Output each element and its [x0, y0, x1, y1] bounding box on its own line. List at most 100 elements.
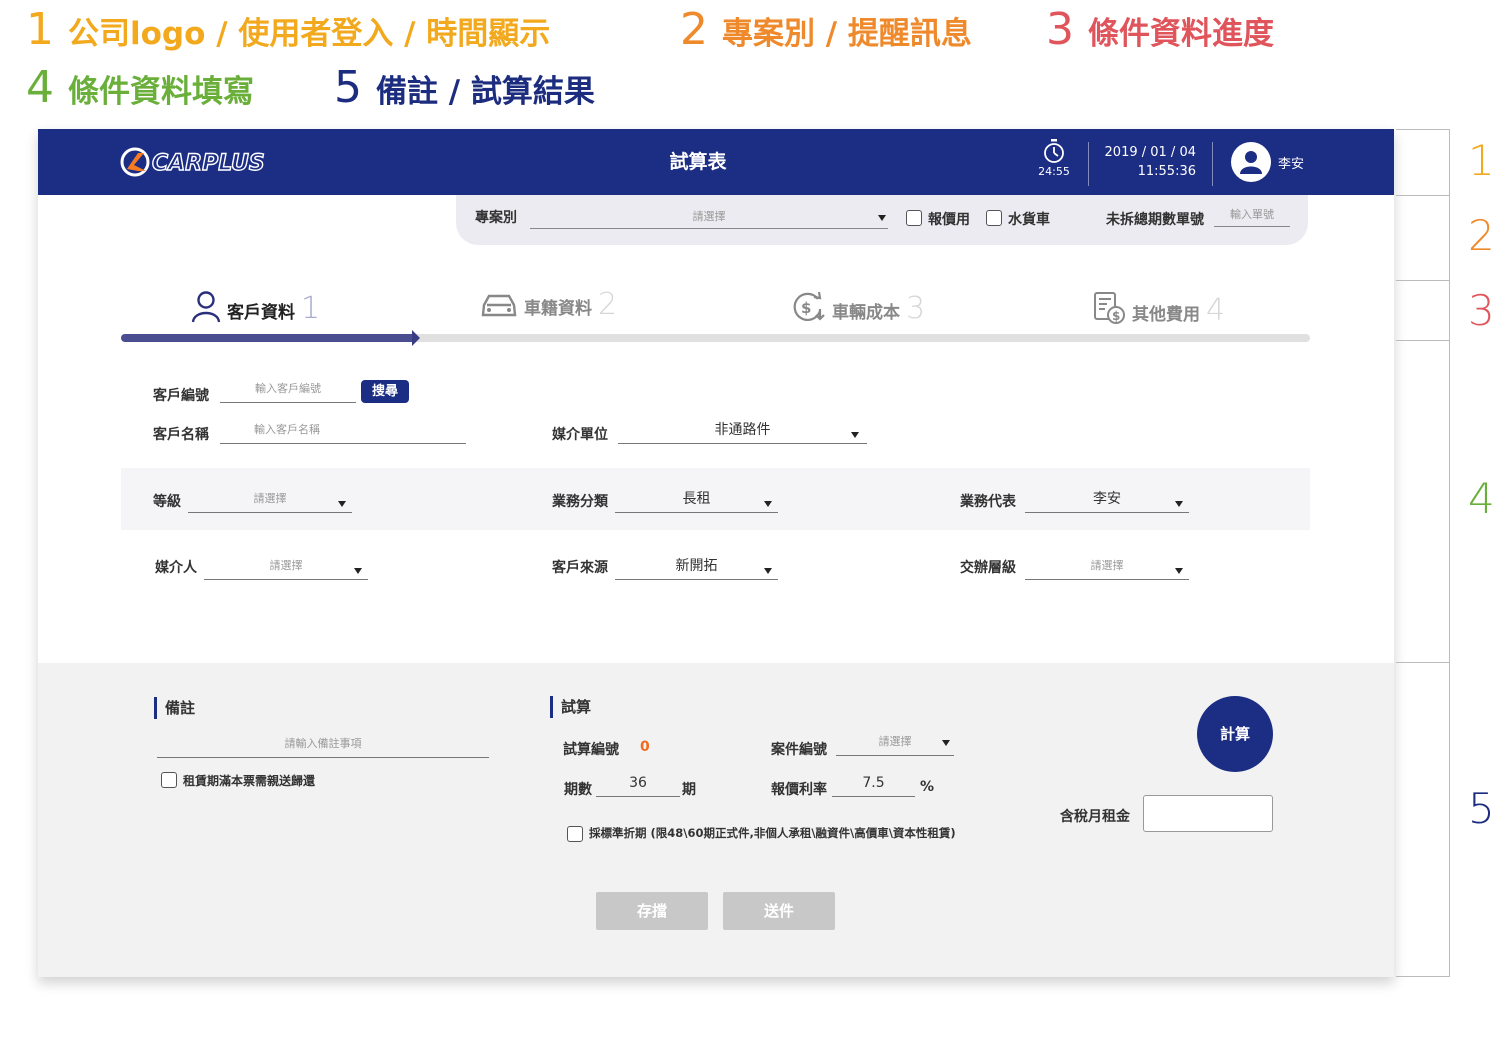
progress-arrow-icon [412, 330, 420, 346]
timer-value: 24:55 [1038, 165, 1070, 178]
biz-rep-value: 李安 [1093, 491, 1121, 507]
datetime: 2019 / 01 / 04 11:55:36 [1096, 143, 1196, 181]
step-number: 4 [1206, 293, 1226, 328]
side-divider [1396, 340, 1450, 341]
step-cost[interactable]: $ 車輛成本 3 [790, 291, 926, 326]
legend-text: 條件資料進度 [1088, 16, 1274, 52]
legend-item-1: 1 公司logo / 使用者登入 / 時間顯示 [26, 4, 550, 55]
customer-no-label: 客戶編號 [153, 388, 209, 404]
handling-level-value: 請選擇 [1090, 559, 1124, 572]
standard-period-label: 採標準折期 (限48\60期正式件,非個人承租\融資件\高價車\資本性租賃) [589, 826, 956, 840]
user-icon [1240, 151, 1262, 174]
unsplit-label: 未拆總期數單號 [1106, 212, 1204, 228]
calc-no-value: 0 [640, 739, 650, 755]
side-marker-4: 4 [1468, 474, 1495, 523]
search-button[interactable]: 搜尋 [361, 380, 409, 403]
project-select[interactable]: 請選擇 [530, 207, 888, 229]
legend-text: 公司logo / 使用者登入 / 時間顯示 [68, 16, 551, 52]
side-marker-1: 1 [1468, 136, 1495, 185]
car-icon [481, 294, 517, 317]
side-divider [1396, 280, 1450, 281]
source-label: 客戶來源 [552, 560, 608, 576]
periods-label: 期數 [564, 782, 592, 798]
side-bracket [1396, 129, 1450, 977]
rate-unit: % [920, 779, 935, 795]
header-divider [1088, 142, 1089, 186]
biz-rep-select[interactable]: 李安 [1025, 489, 1189, 513]
step-customer[interactable]: 客戶資料 1 [191, 291, 320, 324]
water-car-checkbox[interactable] [986, 210, 1002, 226]
side-divider [1396, 195, 1450, 196]
invoice-icon: $ [1094, 292, 1125, 324]
handling-level-select[interactable]: 請選擇 [1025, 556, 1189, 580]
notes-placeholder: 請輸入備註事項 [284, 737, 362, 750]
chevron-down-icon [338, 501, 346, 507]
step-vehicle[interactable]: 車籍資料 2 [480, 290, 617, 320]
carplus-logo[interactable]: CARPLUS [118, 145, 296, 179]
chevron-down-icon [1175, 568, 1183, 574]
legend-text: 備註 / 試算結果 [376, 74, 595, 110]
periods-input[interactable]: 36 [596, 773, 680, 797]
chevron-down-icon [764, 568, 772, 574]
progress-fill [121, 334, 412, 342]
project-select-value: 請選擇 [692, 210, 726, 223]
biz-category-select[interactable]: 長租 [615, 489, 778, 513]
notes-input[interactable]: 請輸入備註事項 [157, 734, 489, 758]
username[interactable]: 李安 [1278, 153, 1304, 172]
standard-period-checkbox[interactable] [567, 826, 583, 842]
biz-category-value: 長租 [682, 491, 711, 507]
step-number: 3 [906, 291, 926, 326]
calculate-button[interactable]: 計算 [1197, 696, 1273, 772]
unsplit-placeholder: 輸入單號 [1230, 208, 1274, 221]
side-marker-5: 5 [1468, 784, 1495, 833]
session-timer: 24:55 [1034, 139, 1074, 189]
source-select[interactable]: 新開拓 [615, 556, 778, 580]
step-label: 車輛成本 [832, 303, 900, 323]
case-no-value: 請選擇 [878, 735, 912, 748]
avatar[interactable] [1231, 142, 1271, 182]
customer-name-placeholder: 輸入客戶名稱 [254, 423, 320, 436]
logo-text-car: CARPLUS [152, 151, 265, 176]
rate-input[interactable]: 7.5 [832, 773, 915, 797]
app-screen: CARPLUS 試算表 24:55 2019 / 01 / 04 11:55:3… [38, 129, 1394, 977]
intermediary-value: 請選擇 [269, 559, 303, 572]
case-no-select[interactable]: 請選擇 [836, 732, 954, 756]
quote-checkbox[interactable] [906, 210, 922, 226]
customer-name-label: 客戶名稱 [153, 427, 209, 443]
header-divider [1212, 142, 1213, 186]
step-other-fees[interactable]: $ 其他費用 4 [1092, 291, 1226, 328]
customer-no-input[interactable]: 輸入客戶編號 [220, 379, 356, 403]
customer-name-input[interactable]: 輸入客戶名稱 [220, 420, 466, 444]
chevron-down-icon [851, 432, 859, 438]
project-bar: 專案別 請選擇 報價用 水貨車 未拆總期數單號 輸入單號 [456, 195, 1308, 245]
legend-number: 2 [680, 4, 708, 55]
legend-item-4: 4 條件資料填寫 [26, 62, 254, 113]
unsplit-input[interactable]: 輸入單號 [1214, 205, 1290, 227]
side-marker-3: 3 [1468, 286, 1495, 335]
monthly-rent-label: 含稅月租金 [1060, 809, 1130, 825]
stopwatch-icon [1044, 139, 1064, 163]
legend-text: 專案別 / 提醒訊息 [722, 16, 972, 52]
project-label: 專案別 [475, 210, 517, 226]
grade-label: 等級 [153, 494, 181, 510]
save-button[interactable]: 存擋 [596, 892, 708, 930]
intermediary-select[interactable]: 請選擇 [204, 556, 368, 580]
legend-item-2: 2 專案別 / 提醒訊息 [680, 4, 972, 55]
progress-track [121, 330, 1310, 346]
legend-text: 條件資料填寫 [68, 74, 254, 110]
grade-select[interactable]: 請選擇 [188, 489, 352, 513]
intermediary-label: 媒介人 [155, 560, 197, 576]
customer-no-placeholder: 輸入客戶編號 [255, 382, 321, 395]
send-button[interactable]: 送件 [723, 892, 835, 930]
chevron-down-icon [1175, 501, 1183, 507]
monthly-rent-output[interactable] [1143, 795, 1273, 832]
current-date: 2019 / 01 / 04 [1104, 145, 1196, 160]
rate-value: 7.5 [862, 775, 885, 791]
media-unit-select[interactable]: 非通路件 [618, 420, 867, 444]
promissory-note-checkbox[interactable] [161, 772, 177, 788]
legend-item-3: 3 條件資料進度 [1046, 4, 1274, 55]
dollar-cycle-icon: $ [793, 291, 825, 321]
biz-rep-label: 業務代表 [960, 494, 1016, 510]
legend-number: 4 [26, 62, 54, 113]
user-icon [191, 291, 221, 323]
